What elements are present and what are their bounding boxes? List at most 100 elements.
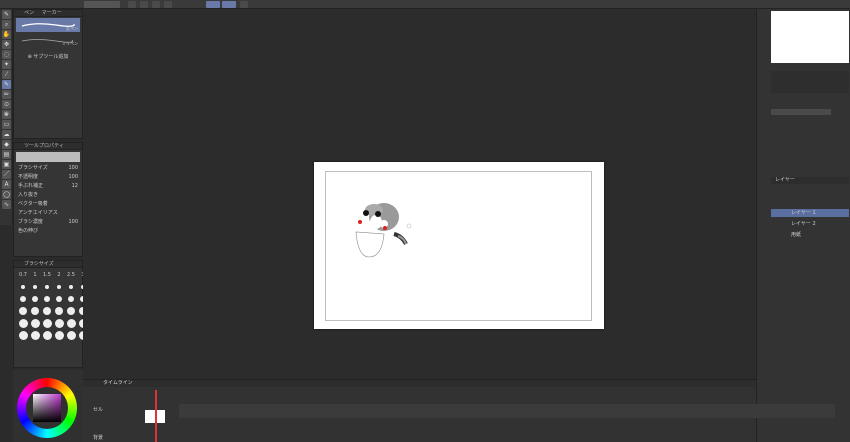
brush-preview bbox=[16, 152, 80, 162]
tab-pen[interactable]: ペン bbox=[24, 10, 34, 16]
airbrush-icon[interactable]: ⊙ bbox=[2, 100, 11, 109]
tab-marker[interactable]: マーカー bbox=[42, 10, 62, 16]
brush-size-preset[interactable] bbox=[18, 330, 28, 340]
eyedropper-icon[interactable]: ⁄ bbox=[2, 70, 11, 79]
deco-tool-icon[interactable]: ❀ bbox=[2, 110, 11, 119]
brush-size-header: ブラシサイズ bbox=[14, 261, 82, 268]
brush-size-preset[interactable] bbox=[54, 294, 64, 304]
zoom-tool-icon[interactable]: ⌕ bbox=[2, 20, 11, 29]
track-label: 背景 bbox=[93, 435, 104, 441]
brush-size-preset[interactable] bbox=[30, 282, 40, 292]
property-row[interactable]: アンチエイリアス bbox=[14, 209, 82, 218]
command-bar bbox=[0, 0, 850, 9]
brush-size-preset[interactable] bbox=[30, 318, 40, 328]
brush-item[interactable]: ミリペン bbox=[16, 33, 80, 47]
brush-size-preset[interactable] bbox=[30, 330, 40, 340]
property-row[interactable]: ブラシ濃度 100 bbox=[14, 218, 82, 227]
pencil-tool-icon[interactable]: ✏ bbox=[2, 90, 11, 99]
gradient-tool-icon[interactable]: ▤ bbox=[2, 150, 11, 159]
property-row[interactable]: 色の伸び bbox=[14, 227, 82, 236]
brush-size-preset[interactable] bbox=[66, 282, 76, 292]
balloon-tool-icon[interactable]: ◯ bbox=[2, 190, 11, 199]
frame-tool-icon[interactable]: ▣ bbox=[2, 160, 11, 169]
property-label: ブラシサイズ bbox=[18, 165, 48, 171]
brush-size-preset[interactable] bbox=[54, 306, 64, 316]
brush-size-preset[interactable] bbox=[30, 294, 40, 304]
brush-size-preset[interactable] bbox=[42, 318, 52, 328]
layer-row-selected[interactable]: レイヤー 1 bbox=[771, 209, 849, 217]
subtool-panel: ペン マーカー 丸ペン ミリペン ⊕ サブツール追加 bbox=[13, 9, 83, 139]
timeline-track[interactable] bbox=[179, 404, 835, 418]
undo-icon[interactable] bbox=[128, 1, 136, 8]
snap-icon[interactable] bbox=[240, 1, 248, 8]
brush-size-preset[interactable] bbox=[54, 318, 64, 328]
lasso-tool-icon[interactable]: ◌ bbox=[2, 50, 11, 59]
brush-size-preset[interactable] bbox=[42, 330, 52, 340]
brush-size-preset[interactable] bbox=[18, 318, 28, 328]
layer-row[interactable]: レイヤー 2 bbox=[771, 220, 849, 228]
layer-row-paper[interactable]: 用紙 bbox=[771, 231, 849, 239]
timeline-header: タイムライン bbox=[83, 380, 756, 387]
navigator-preview[interactable] bbox=[771, 11, 849, 63]
playhead[interactable] bbox=[155, 390, 157, 442]
property-row[interactable]: ブラシサイズ 100 bbox=[14, 164, 82, 173]
add-subtool-label: サブツール追加 bbox=[33, 54, 69, 60]
blend-tool-icon[interactable]: ☁ bbox=[2, 130, 11, 139]
brush-size-preset[interactable] bbox=[66, 330, 76, 340]
brush-name: 丸ペン bbox=[66, 26, 78, 31]
eraser-icon[interactable]: ▭ bbox=[2, 120, 11, 129]
brush-size-preset[interactable] bbox=[18, 282, 28, 292]
brush-size-preset[interactable]: 1.5 bbox=[42, 270, 52, 280]
saturation-square[interactable] bbox=[33, 394, 61, 422]
tab-canvas[interactable] bbox=[84, 1, 120, 8]
brush-size-preset[interactable] bbox=[18, 294, 28, 304]
tool-bar: ✎ ⌕ ✋ ✥ ◌ ✦ ⁄ ✎ ✏ ⊙ ❀ ▭ ☁ ◆ ▤ ▣ ／ A ◯ ∿ bbox=[0, 9, 13, 225]
wand-tool-icon[interactable]: ✦ bbox=[2, 60, 11, 69]
brush-size-preset[interactable] bbox=[42, 282, 52, 292]
timeline-panel: タイムライン セル 背景 bbox=[83, 379, 835, 442]
track-label: セル bbox=[93, 407, 104, 413]
property-value: 100 bbox=[68, 174, 78, 180]
brush-size-preset[interactable]: 0.7 bbox=[18, 270, 28, 280]
pen-tool-icon[interactable]: ✎ bbox=[2, 10, 11, 19]
pen-mode-icon[interactable] bbox=[206, 1, 220, 8]
brush-size-preset[interactable] bbox=[54, 282, 64, 292]
brush-size-preset[interactable] bbox=[42, 306, 52, 316]
property-row[interactable]: 不透明度 100 bbox=[14, 173, 82, 182]
property-value: 100 bbox=[68, 219, 78, 225]
subtool-header: ペン マーカー bbox=[14, 10, 82, 17]
property-label: 手ぶれ補正 bbox=[18, 183, 44, 189]
property-label: ブラシ濃度 bbox=[18, 219, 43, 225]
property-header: ツールプロパティ bbox=[14, 143, 82, 150]
brush-item-selected[interactable]: 丸ペン bbox=[16, 18, 80, 32]
ruler-tool-icon[interactable]: ／ bbox=[2, 170, 11, 179]
pen-mode2-icon[interactable] bbox=[222, 1, 236, 8]
clear-icon[interactable] bbox=[152, 1, 160, 8]
hand-tool-icon[interactable]: ✋ bbox=[2, 30, 11, 39]
character-drawing bbox=[355, 203, 412, 258]
brush-size-preset[interactable]: 2 bbox=[54, 270, 64, 280]
transform-icon[interactable] bbox=[164, 1, 172, 8]
brush-size-preset[interactable] bbox=[66, 294, 76, 304]
add-subtool-button[interactable]: ⊕ サブツール追加 bbox=[14, 53, 82, 60]
brush-tool-icon[interactable]: ✎ bbox=[2, 80, 11, 89]
brush-size-preset[interactable] bbox=[18, 306, 28, 316]
redo-icon[interactable] bbox=[140, 1, 148, 8]
brush-size-preset[interactable] bbox=[66, 306, 76, 316]
brush-size-preset[interactable] bbox=[54, 330, 64, 340]
layer-panel-header: レイヤー bbox=[771, 177, 849, 184]
property-row[interactable]: 入り抜き bbox=[14, 191, 82, 200]
brush-size-preset[interactable]: 1 bbox=[30, 270, 40, 280]
move-tool-icon[interactable]: ✥ bbox=[2, 40, 11, 49]
brush-size-preset[interactable]: 2.5 bbox=[66, 270, 76, 280]
property-row[interactable]: 手ぶれ補正 12 bbox=[14, 182, 82, 191]
fill-tool-icon[interactable]: ◆ bbox=[2, 140, 11, 149]
brush-size-preset[interactable] bbox=[66, 318, 76, 328]
layer-combo[interactable] bbox=[771, 109, 831, 115]
line-tool-icon[interactable]: ∿ bbox=[2, 200, 11, 209]
property-row[interactable]: ベクター吸着 bbox=[14, 200, 82, 209]
brush-size-preset[interactable] bbox=[42, 294, 52, 304]
brush-size-preset[interactable] bbox=[30, 306, 40, 316]
canvas-paper[interactable] bbox=[314, 162, 604, 329]
text-tool-icon[interactable]: A bbox=[2, 180, 11, 189]
